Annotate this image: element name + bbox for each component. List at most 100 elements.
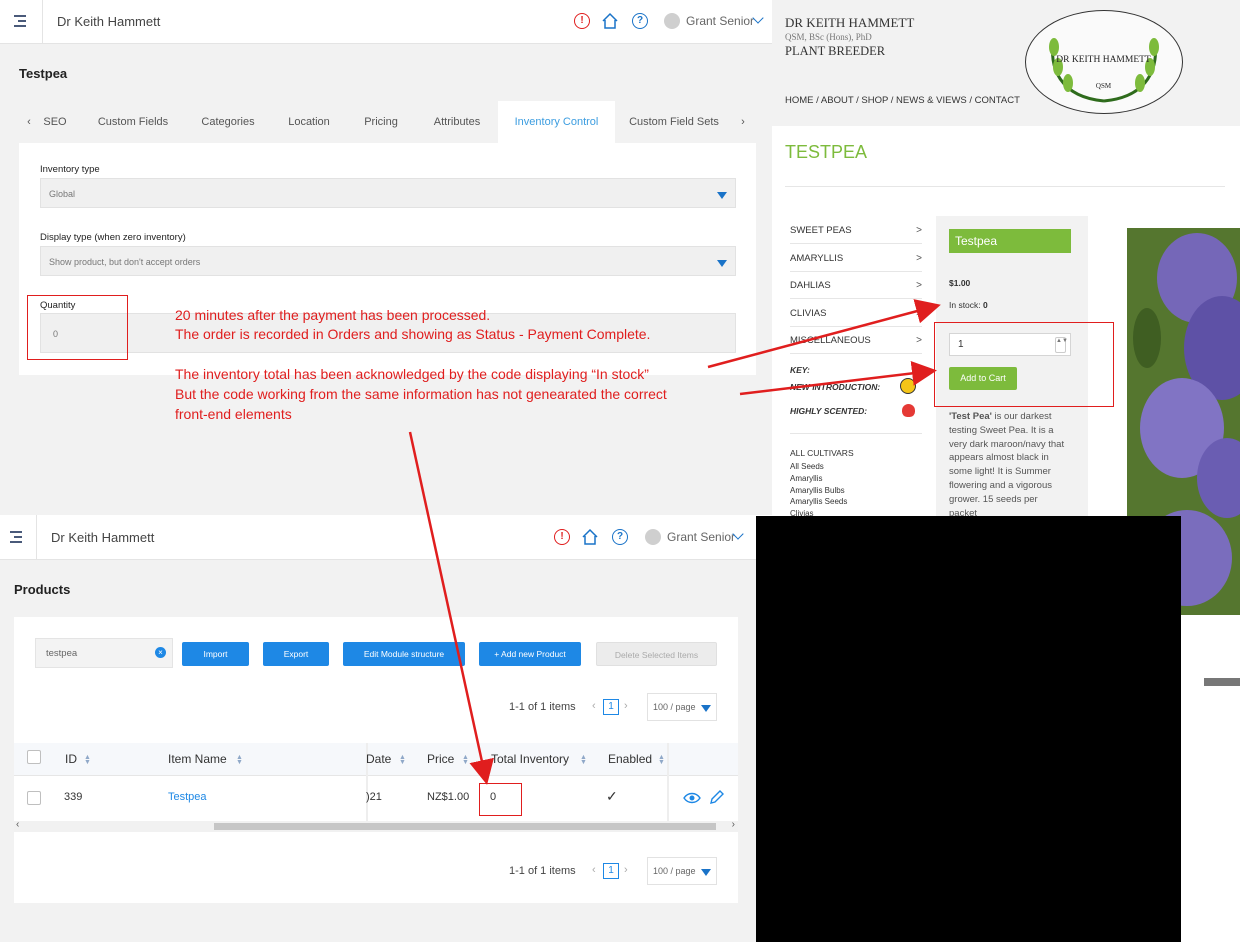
tab-attributes[interactable]: Attributes (419, 101, 495, 143)
annotation-line-3: The inventory total has been acknowledge… (175, 366, 649, 382)
column-header-id[interactable]: ID (65, 752, 77, 766)
column-header-price[interactable]: Price (427, 752, 454, 766)
sort-icon[interactable]: ▲ ▼ (658, 754, 665, 766)
horizontal-scrollbar[interactable]: ‹ › (14, 819, 738, 832)
scroll-right-icon[interactable]: › (732, 819, 735, 830)
shop-logo[interactable]: DR KEITH HAMMETT QSM (1025, 10, 1183, 114)
home-icon[interactable] (601, 12, 619, 30)
sort-icon[interactable]: ▲ ▼ (399, 754, 406, 766)
cultivar-link[interactable]: All Seeds (790, 462, 824, 471)
tab-inventory-control[interactable]: Inventory Control (498, 101, 615, 143)
import-button[interactable]: Import (182, 642, 249, 666)
annotation-line-4: But the code working from the same infor… (175, 386, 667, 402)
tab-custom-field-sets[interactable]: Custom Field Sets (619, 101, 729, 143)
avatar[interactable] (664, 13, 680, 29)
inventory-type-value: Global (49, 189, 76, 199)
shop-nav[interactable]: HOME / ABOUT / SHOP / NEWS & VIEWS / CON… (785, 95, 1020, 106)
pagination-summary: 1-1 of 1 items (509, 865, 576, 877)
tab-location[interactable]: Location (273, 101, 345, 143)
shop-role: PLANT BREEDER (785, 44, 886, 58)
in-stock-text: In stock: 0 (949, 300, 988, 310)
scrollbar[interactable] (1204, 678, 1240, 686)
cultivar-link[interactable]: Amaryllis Bulbs (790, 486, 845, 495)
page-next-icon[interactable]: › (624, 700, 628, 712)
inventory-highlight-box (479, 783, 522, 816)
quantity-highlight-box (27, 295, 128, 360)
menu-toggle-icon[interactable] (0, 515, 37, 559)
per-page-select[interactable]: 100 / page (647, 857, 717, 885)
edit-module-structure-button[interactable]: Edit Module structure (343, 642, 465, 666)
tab-prev-icon[interactable]: ‹ (21, 101, 37, 143)
alert-icon[interactable]: ! (574, 13, 590, 29)
menu-item-miscellaneous[interactable]: MISCELLANEOUS > (790, 326, 922, 354)
per-page-select[interactable]: 100 / page (647, 693, 717, 721)
tab-categories[interactable]: Categories (187, 101, 269, 143)
page-prev-icon[interactable]: ‹ (592, 864, 596, 876)
divider (785, 186, 1225, 187)
page-title: Products (14, 582, 71, 597)
edit-pencil-icon[interactable] (709, 790, 724, 805)
help-icon[interactable]: ? (612, 529, 628, 545)
search-value: testpea (46, 648, 78, 659)
key-label: KEY: (790, 365, 810, 375)
tab-custom-fields[interactable]: Custom Fields (85, 101, 181, 143)
annotation-line-2: The order is recorded in Orders and show… (175, 326, 651, 342)
tab-pricing[interactable]: Pricing (349, 101, 413, 143)
column-header-total-inventory[interactable]: Total Inventory (491, 752, 569, 766)
column-header-enabled[interactable]: Enabled (608, 752, 652, 766)
new-introduction-icon (900, 378, 916, 394)
in-stock-value: 0 (983, 300, 988, 310)
display-type-label: Display type (when zero inventory) (40, 232, 186, 243)
dropdown-arrow-icon (717, 192, 727, 199)
menu-item-clivias[interactable]: CLIVIAS > (790, 299, 922, 327)
help-icon[interactable]: ? (632, 13, 648, 29)
page-next-icon[interactable]: › (624, 864, 628, 876)
page-number-button[interactable]: 1 (603, 699, 619, 715)
export-button[interactable]: Export (263, 642, 329, 666)
admin-topbar: Dr Keith Hammett ! ? Grant Senior (0, 0, 772, 44)
page-prev-icon[interactable]: ‹ (592, 700, 596, 712)
logo-sub: QSM (1095, 82, 1112, 90)
alert-icon[interactable]: ! (554, 529, 570, 545)
inventory-type-select[interactable]: Global (40, 178, 736, 208)
menu-item-sweet-peas[interactable]: SWEET PEAS > (790, 216, 922, 244)
page-number-button[interactable]: 1 (603, 863, 619, 879)
sort-icon[interactable]: ▲ ▼ (236, 754, 243, 766)
sort-icon[interactable]: ▲ ▼ (84, 754, 91, 766)
tab-next-icon[interactable]: › (735, 101, 751, 143)
sort-icon[interactable]: ▲ ▼ (462, 754, 469, 766)
row-checkbox[interactable] (27, 791, 41, 805)
home-icon[interactable] (581, 528, 599, 546)
display-type-select[interactable]: Show product, but don't accept orders (40, 246, 736, 276)
delete-selected-button[interactable]: Delete Selected Items (596, 642, 717, 666)
scrollbar-thumb[interactable] (214, 823, 716, 830)
clear-search-icon[interactable]: × (155, 647, 166, 658)
all-cultivars-heading: ALL CULTIVARS (790, 448, 854, 458)
cultivar-link[interactable]: Amaryllis (790, 474, 822, 483)
user-name[interactable]: Grant Senior (686, 14, 754, 28)
column-header-item-name[interactable]: Item Name (168, 752, 227, 766)
column-header-date[interactable]: Date (366, 752, 391, 766)
scroll-left-icon[interactable]: ‹ (16, 819, 19, 830)
cell-total-inventory: 0 (490, 791, 497, 803)
tab-seo[interactable]: SEO (37, 101, 73, 143)
avatar[interactable] (645, 529, 661, 545)
menu-item-amaryllis[interactable]: AMARYLLIS > (790, 244, 922, 272)
user-name[interactable]: Grant Senior (667, 530, 735, 544)
sort-icon[interactable]: ▲ ▼ (580, 754, 587, 766)
view-icon[interactable] (683, 791, 701, 805)
annotation-line-5: front-end elements (175, 406, 292, 422)
search-input[interactable]: testpea × (35, 638, 173, 668)
dropdown-arrow-icon (701, 705, 711, 712)
shop-qualifications: QSM, BSc (Hons), PhD (785, 32, 872, 42)
per-page-value: 100 / page (653, 866, 696, 876)
menu-toggle-icon[interactable] (0, 0, 43, 43)
add-new-product-button[interactable]: + Add new Product (479, 642, 581, 666)
product-title: TESTPEA (785, 142, 868, 162)
brand-name: Dr Keith Hammett (57, 14, 161, 29)
cell-item-name-link[interactable]: Testpea (168, 791, 207, 803)
dropdown-arrow-icon (717, 260, 727, 267)
select-all-checkbox[interactable] (27, 750, 41, 764)
cultivar-link[interactable]: Amaryllis Seeds (790, 497, 847, 506)
menu-item-dahlias[interactable]: DAHLIAS > (790, 271, 922, 299)
